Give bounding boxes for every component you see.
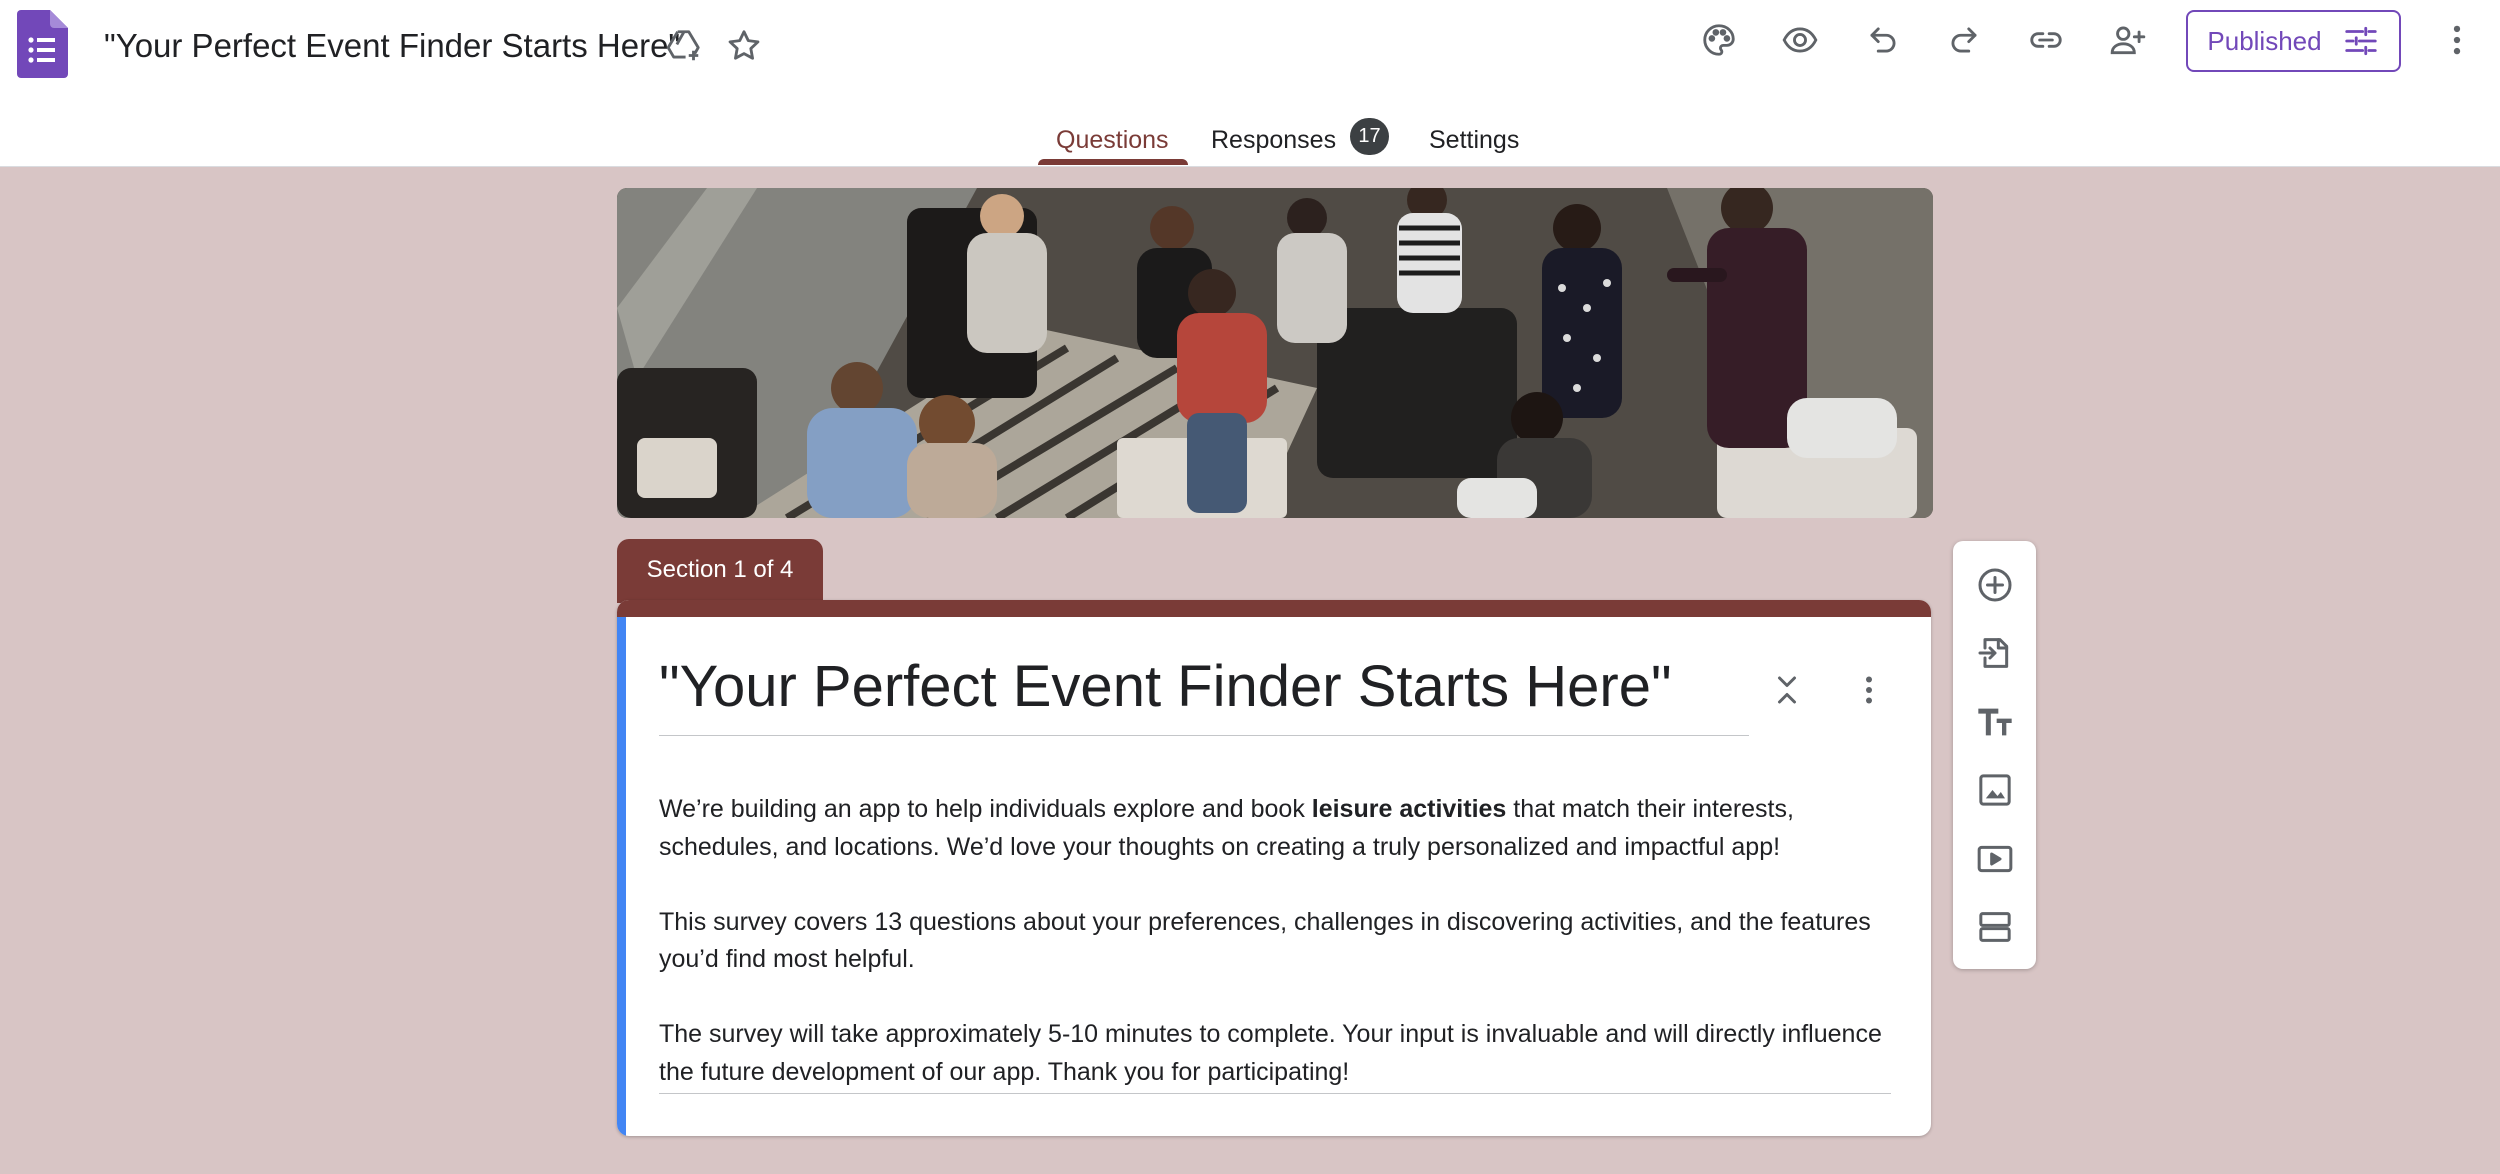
add-video-icon[interactable]: [1963, 827, 2026, 890]
published-button[interactable]: Published: [2186, 10, 2401, 72]
responses-count-badge: 17: [1350, 118, 1389, 155]
published-label: Published: [2207, 25, 2322, 56]
undo-icon[interactable]: [1851, 8, 1915, 72]
card-theme-bar: [617, 600, 1931, 617]
description-paragraph-2: This survey covers 13 questions about yo…: [659, 907, 1871, 974]
description-underline: [659, 1093, 1891, 1094]
import-questions-icon[interactable]: [1963, 621, 2026, 684]
title-underline: [659, 735, 1749, 736]
link-icon[interactable]: [2014, 8, 2078, 72]
add-collaborator-icon[interactable]: [2096, 8, 2160, 72]
star-icon[interactable]: [712, 14, 776, 78]
header-image[interactable]: [617, 188, 1933, 518]
form-header-card[interactable]: "Your Perfect Event Finder Starts Here" …: [617, 600, 1931, 1136]
tab-settings[interactable]: Settings: [1429, 116, 1519, 171]
document-title[interactable]: "Your Perfect Event Finder Starts Here": [104, 26, 680, 66]
collapse-section-icon[interactable]: [1759, 662, 1815, 718]
section-indicator: Section 1 of 4: [617, 539, 823, 603]
question-toolbar: [1953, 541, 2036, 969]
redo-icon[interactable]: [1932, 8, 1996, 72]
preview-eye-icon[interactable]: [1768, 8, 1832, 72]
card-focus-indicator: [617, 617, 626, 1136]
active-tab-indicator: [1038, 159, 1188, 165]
top-bar: "Your Perfect Event Finder Starts Here": [0, 0, 2500, 167]
description-bold-text: leisure activities: [1311, 795, 1507, 823]
party-photo-illustration: [617, 188, 1933, 518]
add-to-drive-icon[interactable]: [652, 14, 716, 78]
forms-logo-icon[interactable]: [17, 10, 68, 78]
add-image-icon[interactable]: [1963, 758, 2026, 821]
add-title-icon[interactable]: [1963, 690, 2026, 753]
description-paragraph-3: The survey will take approximately 5-10 …: [659, 1020, 1882, 1086]
add-section-icon[interactable]: [1963, 895, 2026, 958]
tune-icon: [2344, 26, 2377, 56]
section-more-vert-icon[interactable]: [1841, 662, 1897, 718]
add-question-icon[interactable]: [1963, 553, 2026, 616]
more-vert-icon[interactable]: [2427, 8, 2487, 72]
form-description[interactable]: We’re building an app to help individual…: [659, 791, 1909, 1091]
description-paragraph-1: We’re building an app to help individual…: [659, 795, 1794, 861]
form-title[interactable]: "Your Perfect Event Finder Starts Here": [659, 652, 1672, 722]
tab-responses[interactable]: Responses: [1211, 116, 1336, 171]
palette-icon[interactable]: [1687, 8, 1751, 72]
